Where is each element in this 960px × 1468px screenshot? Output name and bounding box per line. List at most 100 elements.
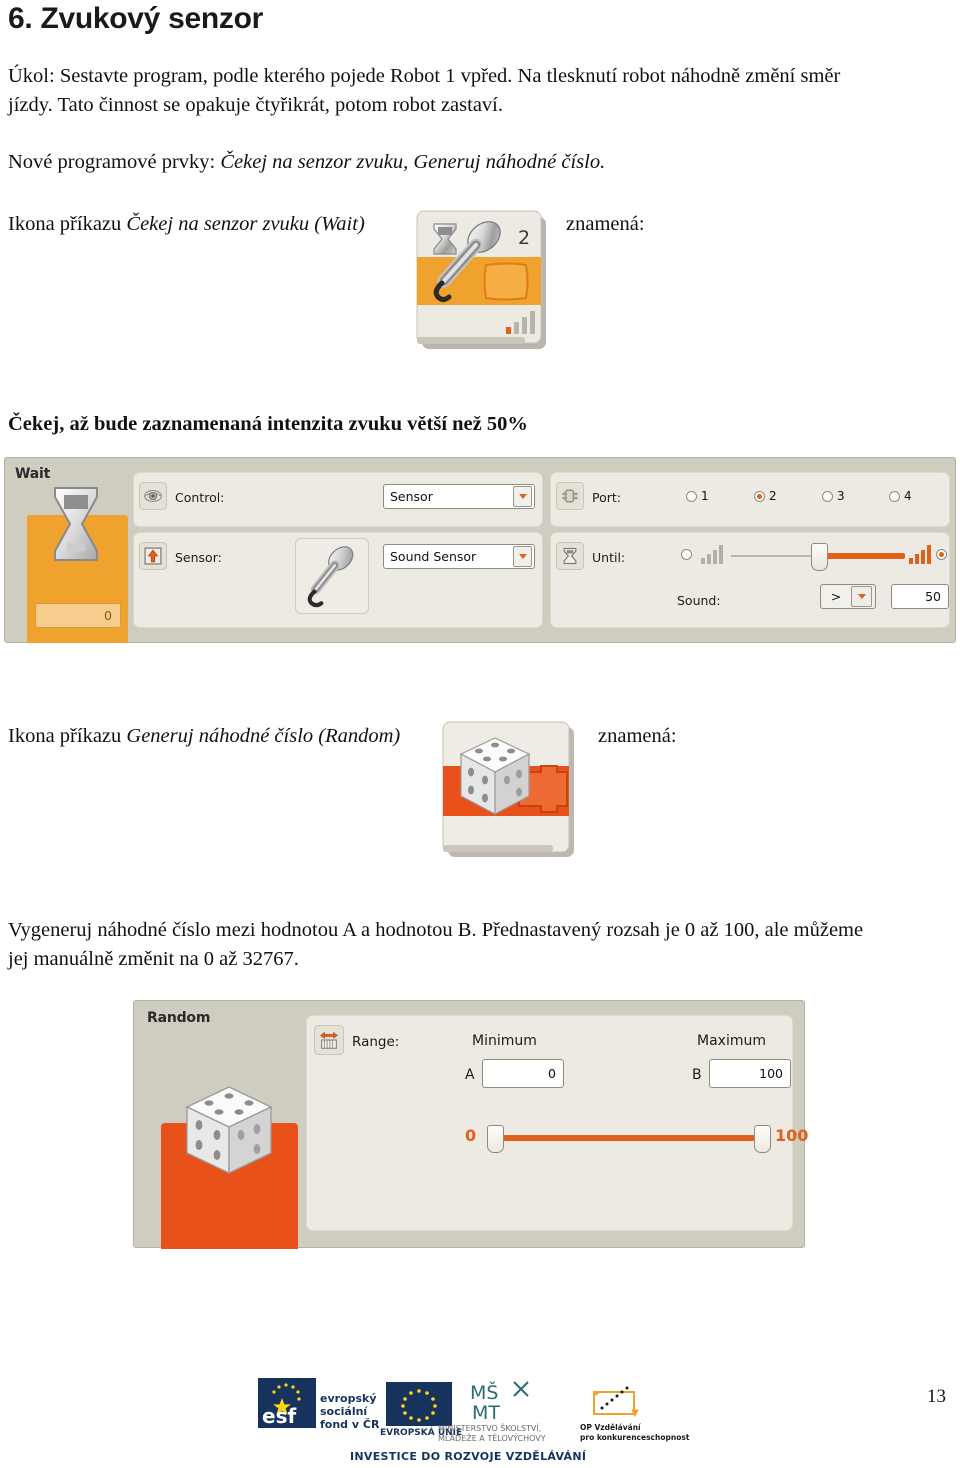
- chevron-down-icon[interactable]: [513, 486, 532, 507]
- port-label: Port:: [592, 490, 621, 505]
- port-radio-2[interactable]: [754, 491, 765, 502]
- random-block-icon-svg: [442, 721, 574, 857]
- sensor-select-value: Sound Sensor: [390, 549, 477, 564]
- random-config-panel: Random Range: Minimum Maximum A 0 B 100 …: [133, 1000, 809, 1249]
- op-line1: OP Vzdělávání: [580, 1423, 641, 1432]
- plug-icon: [562, 489, 578, 503]
- random-explanation-line2: jej manuálně změnit na 0 až 32767.: [8, 948, 299, 970]
- chevron-down-icon[interactable]: [513, 546, 532, 567]
- random-block-icon: [439, 718, 579, 864]
- sound-label: Sound:: [677, 593, 721, 608]
- until-left-radio[interactable]: [681, 549, 692, 560]
- random-panel-block-name: Random: [147, 1010, 211, 1026]
- until-group: [550, 532, 950, 628]
- page-title: 6. Zvukový senzor: [8, 2, 263, 35]
- until-icon-box: [556, 542, 584, 570]
- range-slider[interactable]: [487, 1125, 771, 1153]
- microphone-icon: [307, 546, 354, 608]
- until-slider-track-left: [731, 555, 818, 557]
- op-line2: pro konkurenceschopnost: [580, 1433, 690, 1442]
- esf-line1: evropský: [320, 1392, 377, 1405]
- random-explanation-line1: Vygeneruj náhodné číslo mezi hodnotou A …: [8, 919, 864, 941]
- esf-line3: fond v ČR: [320, 1418, 380, 1431]
- arrow-up-in-box-icon: [144, 547, 162, 565]
- task-paragraph-line1: Úkol: Sestavte program, podle kterého po…: [8, 65, 841, 87]
- eye-icon-box: [139, 482, 167, 510]
- svg-text:MŠ: MŠ: [470, 1380, 498, 1404]
- until-slider[interactable]: [731, 543, 905, 571]
- sound-bars-gray-icon: [700, 543, 724, 565]
- svg-text:MT: MT: [472, 1402, 500, 1424]
- hourglass-icon: [563, 547, 577, 565]
- port-radio-4[interactable]: [889, 491, 900, 502]
- wait-caption-prefix: Ikona příkazu: [8, 213, 127, 235]
- random-caption-prefix: Ikona příkazu: [8, 725, 127, 747]
- sensor-select[interactable]: Sound Sensor: [383, 544, 535, 569]
- wait-explanation: Čekej, až bude zaznamenaná intenzita zvu…: [8, 413, 528, 435]
- sound-threshold-field[interactable]: 50: [891, 584, 949, 609]
- until-slider-thumb[interactable]: [811, 543, 828, 571]
- range-slider-max-display: 100: [775, 1126, 809, 1145]
- random-preview-die: [179, 1073, 279, 1183]
- maximum-value: 100: [759, 1066, 783, 1081]
- footer-tagline: INVESTICE DO ROZVOJE VZDĚLÁVÁNÍ: [350, 1450, 587, 1463]
- wait-config-panel: Wait 0 Control: Sensor Sensor: Sound Sen…: [4, 457, 956, 643]
- random-icon-caption: Ikona příkazu Generuj náhodné číslo (Ran…: [8, 722, 400, 751]
- minimum-label: Minimum: [472, 1033, 537, 1049]
- wait-preview-value-field[interactable]: 0: [35, 603, 121, 628]
- wait-block-icon-svg: 2: [416, 210, 546, 349]
- range-slider-min-display: 0: [465, 1126, 477, 1145]
- port-radio-4-label: 4: [904, 489, 912, 503]
- range-slider-thumb-min[interactable]: [487, 1125, 504, 1153]
- wait-caption-suffix: znamená:: [566, 213, 645, 235]
- sensor-icon-box: [139, 542, 167, 570]
- document-page: 6. Zvukový senzor Úkol: Sestavte program…: [0, 0, 960, 1468]
- chevron-down-icon[interactable]: [851, 586, 872, 607]
- a-label: A: [465, 1067, 475, 1083]
- port-radio-3[interactable]: [822, 491, 833, 502]
- range-icon-box: [314, 1025, 344, 1055]
- port-radio-1-label: 1: [701, 489, 709, 503]
- op-vk-logo: [588, 1382, 646, 1429]
- range-slider-thumb-max[interactable]: [754, 1125, 771, 1153]
- new-elements-list: Čekej na senzor zvuku, Generuj náhodné č…: [220, 151, 606, 173]
- maximum-input[interactable]: 100: [709, 1059, 791, 1088]
- sound-operator-value: >: [830, 589, 842, 604]
- sensor-preview-box: [295, 538, 369, 614]
- wait-icon-caption: Ikona příkazu Čekej na senzor zvuku (Wai…: [8, 210, 365, 239]
- esf-line2: sociální: [320, 1405, 368, 1418]
- dice-icon: [185, 1086, 273, 1175]
- footer-logos: esf evropský sociální fond v ČR EVROPSKÁ: [258, 1378, 708, 1464]
- msmt-logo-icon: MŠ MT: [470, 1380, 529, 1424]
- until-right-radio[interactable]: [936, 549, 947, 560]
- random-caption-suffix: znamená:: [598, 725, 677, 747]
- maximum-label: Maximum: [697, 1033, 766, 1049]
- msmt-line2: MLÁDEŽE A TĚLOVÝCHOVY: [438, 1434, 546, 1443]
- b-label: B: [692, 1067, 702, 1083]
- range-slider-track: [494, 1135, 764, 1141]
- wait-panel-block-name: Wait: [15, 466, 51, 482]
- minimum-value: 0: [548, 1066, 556, 1081]
- new-elements-prefix: Nové programové prvky:: [8, 151, 221, 173]
- page-number: 13: [927, 1386, 946, 1407]
- svg-text:esf: esf: [262, 1404, 296, 1428]
- range-arrows-icon: [320, 1031, 338, 1049]
- port-radio-1[interactable]: [686, 491, 697, 502]
- sound-operator-select[interactable]: >: [820, 584, 876, 609]
- random-caption-command: Generuj náhodné číslo (Random): [126, 725, 401, 747]
- sensor-label: Sensor:: [175, 550, 222, 565]
- msmt-logo: MŠ MT: [470, 1380, 532, 1429]
- minimum-input[interactable]: 0: [482, 1059, 564, 1088]
- port-radio-2-label: 2: [769, 489, 777, 503]
- new-elements-paragraph: Nové programové prvky: Čekej na senzor z…: [8, 148, 952, 177]
- control-select[interactable]: Sensor: [383, 484, 535, 509]
- until-label: Until:: [592, 550, 626, 565]
- eye-icon: [144, 490, 162, 502]
- wait-preview-hourglass: [45, 483, 107, 565]
- eu-flag-icon: [386, 1382, 452, 1426]
- until-slider-track-right: [818, 553, 905, 559]
- msmt-line1: MINISTERSTVO ŠKOLSTVÍ,: [438, 1424, 542, 1433]
- wait-preview-value: 0: [104, 608, 112, 623]
- wait-icon-port-number: 2: [518, 227, 530, 249]
- range-label: Range:: [352, 1034, 400, 1050]
